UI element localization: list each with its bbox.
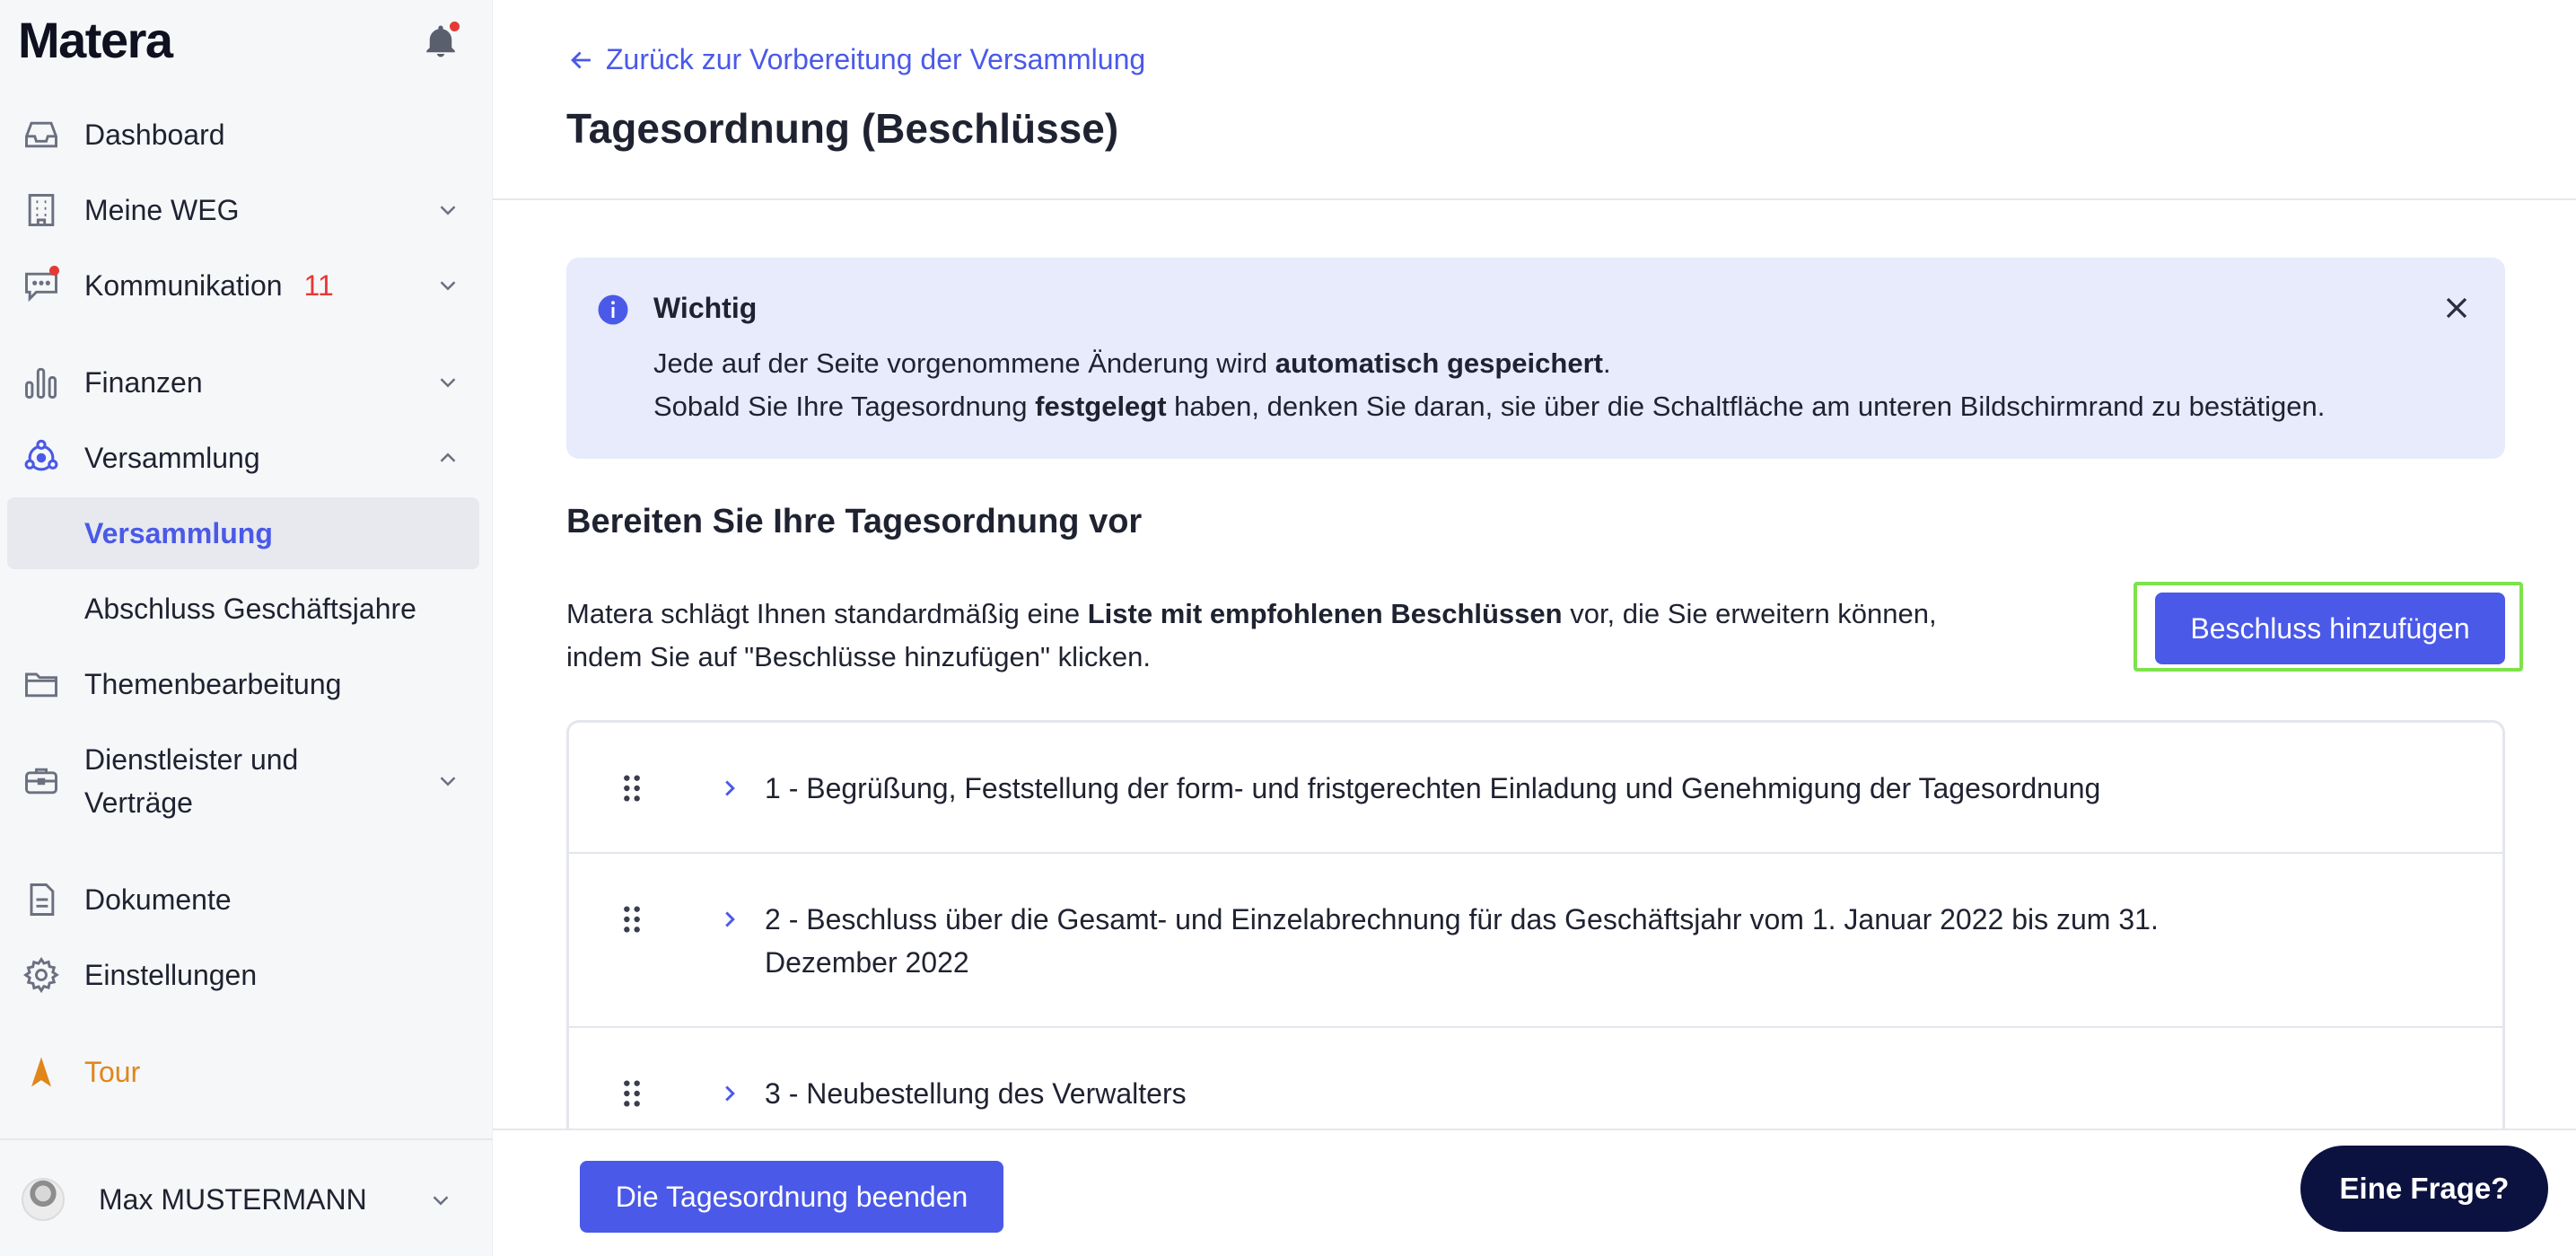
info-text-line-2: Sobald Sie Ihre Tagesordnung festgelegt … xyxy=(653,391,2326,422)
sidebar: Matera Dashboard Meine WEG Kommunikation… xyxy=(0,0,493,1256)
inbox-icon xyxy=(22,115,61,154)
agenda-item-title: 3 - Neubestellung des Verwalters xyxy=(765,1077,1187,1110)
sidebar-subitem-label: Abschluss Geschäftsjahre xyxy=(84,593,416,625)
section-title: Bereiten Sie Ihre Tagesordnung vor xyxy=(566,503,1143,540)
sidebar-item-dokumente[interactable]: Dokumente xyxy=(7,864,479,935)
close-icon[interactable] xyxy=(2439,290,2475,326)
drag-handle-icon[interactable] xyxy=(621,1078,643,1109)
sidebar-item-label: Dokumente xyxy=(84,883,232,916)
help-chat-button[interactable]: Eine Frage? xyxy=(2300,1146,2548,1232)
add-resolution-button[interactable]: Beschluss hinzufügen xyxy=(2155,593,2505,664)
sidebar-item-label: Dienstleister und Verträge xyxy=(84,743,299,819)
finish-agenda-button[interactable]: Die Tagesordnung beenden xyxy=(580,1161,1003,1233)
sidebar-item-versammlung[interactable]: Versammlung xyxy=(7,422,479,494)
sidebar-item-label: Meine WEG xyxy=(84,194,240,226)
brand-row: Matera xyxy=(0,0,493,90)
footer-bar: Die Tagesordnung beenden Eine Frage? xyxy=(493,1129,2576,1256)
chevron-down-icon[interactable] xyxy=(434,272,461,299)
sidebar-item-label: Versammlung xyxy=(84,442,260,474)
chevron-right-icon[interactable] xyxy=(716,775,743,802)
sidebar-item-dashboard[interactable]: Dashboard xyxy=(7,99,479,171)
gear-icon xyxy=(22,955,61,995)
avatar xyxy=(22,1178,65,1221)
sidebar-item-label: Finanzen xyxy=(84,366,203,399)
description-text: Matera schlägt Ihnen standardmäßig eine … xyxy=(566,598,1937,672)
agenda-item-title: 1 - Begrüßung, Feststellung der form- un… xyxy=(765,772,2101,804)
sidebar-item-label: Tour xyxy=(84,1056,141,1088)
chevron-down-icon[interactable] xyxy=(434,197,461,224)
sidebar-item-kommunikation[interactable]: Kommunikation 11 xyxy=(7,250,479,321)
agenda-item[interactable]: 1 - Begrüßung, Feststellung der form- un… xyxy=(569,723,2502,854)
notification-bell-icon[interactable] xyxy=(422,20,460,63)
folder-icon xyxy=(22,664,61,704)
drag-handle-icon[interactable] xyxy=(621,904,643,935)
sidebar-subitem-label: Versammlung xyxy=(84,517,273,549)
people-network-icon xyxy=(22,438,61,478)
header-divider xyxy=(493,198,2576,200)
briefcase-icon xyxy=(22,761,61,801)
unread-count-badge: 11 xyxy=(303,269,334,302)
chevron-down-icon[interactable] xyxy=(427,1187,454,1214)
info-banner: Wichtig Jede auf der Seite vorgenommene … xyxy=(566,258,2505,459)
add-button-highlight: Beschluss hinzufügen xyxy=(2134,582,2523,672)
arrow-left-icon xyxy=(571,50,591,69)
back-link[interactable]: Zurück zur Vorbereitung der Versammlung xyxy=(566,43,1145,76)
bar-chart-icon xyxy=(22,363,61,402)
sidebar-item-dienstleister[interactable]: Dienstleister und Verträge xyxy=(7,725,479,837)
sidebar-item-einstellungen[interactable]: Einstellungen xyxy=(7,939,479,1011)
sidebar-item-meine-weg[interactable]: Meine WEG xyxy=(7,174,479,246)
document-icon xyxy=(22,880,61,919)
back-link-label: Zurück zur Vorbereitung der Versammlung xyxy=(606,43,1146,75)
page-title: Tagesordnung (Beschlüsse) xyxy=(566,105,1119,152)
agenda-item-title: 2 - Beschluss über die Gesamt- und Einze… xyxy=(765,903,2159,979)
chevron-right-icon[interactable] xyxy=(716,1080,743,1107)
brand-logo[interactable]: Matera xyxy=(18,11,173,69)
sidebar-subitem-versammlung[interactable]: Versammlung xyxy=(7,497,479,569)
sidebar-item-label: Dashboard xyxy=(84,119,225,151)
user-name: Max MUSTERMANN xyxy=(99,1183,367,1216)
chat-icon xyxy=(22,266,61,305)
info-title: Wichtig xyxy=(653,292,758,324)
notification-dot xyxy=(450,22,460,31)
sidebar-item-finanzen[interactable]: Finanzen xyxy=(7,347,479,418)
building-icon xyxy=(22,190,61,230)
chevron-up-icon[interactable] xyxy=(434,444,461,471)
sidebar-subitem-abschluss-geschaeftsjahre[interactable]: Abschluss Geschäftsjahre xyxy=(7,573,479,645)
sidebar-item-tour[interactable]: Tour xyxy=(7,1036,479,1108)
info-icon xyxy=(598,294,628,325)
sidebar-item-themenbearbeitung[interactable]: Themenbearbeitung xyxy=(7,648,479,720)
main-content: Zurück zur Vorbereitung der Versammlung … xyxy=(493,0,2576,1256)
chevron-down-icon[interactable] xyxy=(434,369,461,396)
drag-handle-icon[interactable] xyxy=(621,773,643,804)
sidebar-item-label: Themenbearbeitung xyxy=(84,668,342,700)
chevron-down-icon[interactable] xyxy=(434,768,461,795)
chevron-right-icon[interactable] xyxy=(716,906,743,933)
navigation-arrow-icon xyxy=(22,1052,61,1092)
sidebar-item-label: Kommunikation 11 xyxy=(84,269,334,302)
sidebar-divider xyxy=(0,1138,493,1140)
sidebar-item-label: Einstellungen xyxy=(84,959,258,991)
user-menu[interactable]: Max MUSTERMANN xyxy=(0,1158,493,1248)
unread-dot xyxy=(49,266,59,276)
info-text-line-1: Jede auf der Seite vorgenommene Änderung… xyxy=(653,347,1611,379)
agenda-item[interactable]: 2 - Beschluss über die Gesamt- und Einze… xyxy=(569,854,2502,1028)
